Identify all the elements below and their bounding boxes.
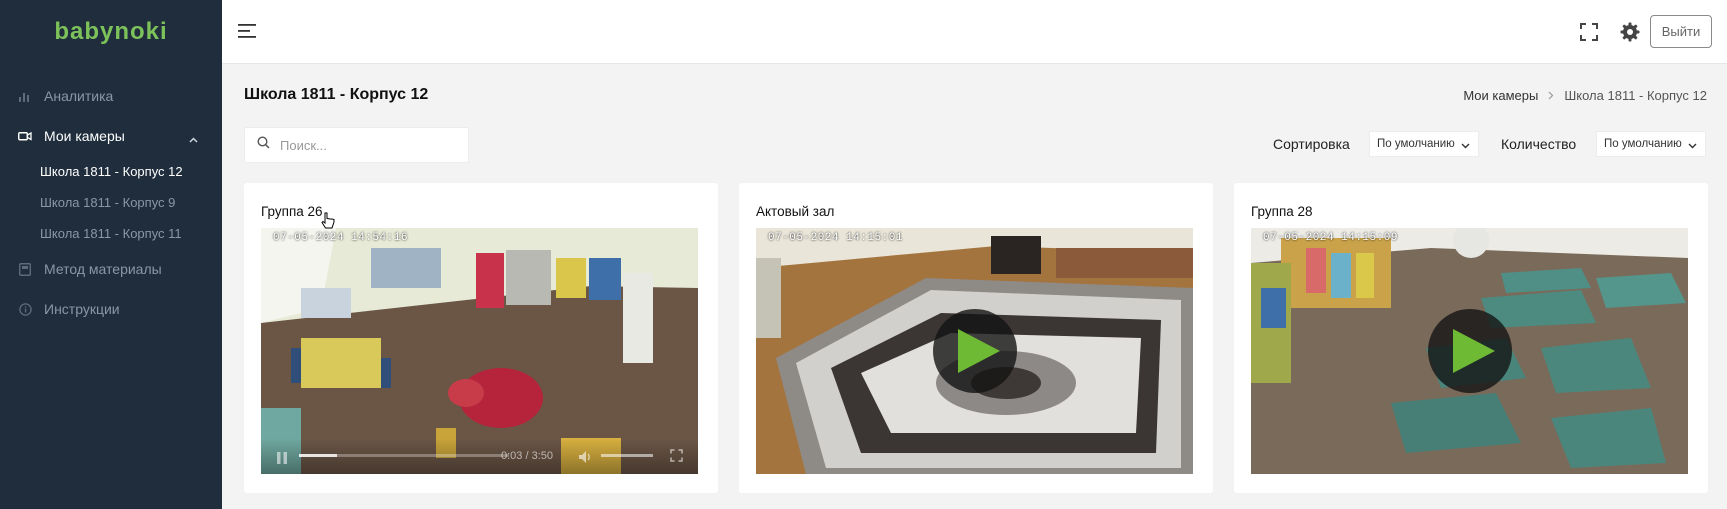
gear-icon[interactable] xyxy=(1619,21,1641,43)
video-timestamp: 07-05-2024 14:15:09 xyxy=(1263,232,1398,244)
chevron-down-icon xyxy=(1688,140,1697,152)
sidebar: babynoki Аналитика Мои камеры Школа 1811… xyxy=(0,0,222,509)
volume-icon[interactable] xyxy=(579,450,593,463)
chevron-up-icon xyxy=(189,130,198,146)
camera-title: Группа 28 xyxy=(1251,204,1313,219)
sidebar-item-label: Метод материалы xyxy=(44,261,162,277)
mouse-pointer-icon xyxy=(321,212,335,235)
chevron-right-icon xyxy=(1548,89,1554,103)
camera-title: Группа 26 xyxy=(261,204,323,219)
breadcrumb: Мои камеры Школа 1811 - Корпус 12 xyxy=(1463,88,1707,103)
chevron-down-icon xyxy=(1461,140,1470,152)
camera-card: Группа 28 07-05-2024 14:15:09 xyxy=(1234,183,1708,493)
sidebar-item-label: Мои камеры xyxy=(44,128,125,144)
camera-icon xyxy=(18,129,32,143)
breadcrumb-link-my-cameras[interactable]: Мои камеры xyxy=(1463,88,1538,103)
sidebar-nav: Аналитика Мои камеры Школа 1811 - Корпус… xyxy=(0,76,222,329)
breadcrumb-current: Школа 1811 - Корпус 12 xyxy=(1564,88,1707,103)
sidebar-item-method-materials[interactable]: Метод материалы xyxy=(0,249,222,289)
sidebar-subitem-corpus-11[interactable]: Школа 1811 - Корпус 11 xyxy=(0,218,222,249)
video-progress-fill xyxy=(299,454,337,457)
sort-label: Сортировка xyxy=(1273,136,1350,152)
fullscreen-icon[interactable] xyxy=(670,449,683,462)
sidebar-item-label: Аналитика xyxy=(44,88,114,104)
top-header: Выйти xyxy=(222,0,1727,64)
sidebar-item-instructions[interactable]: Инструкции xyxy=(0,289,222,329)
volume-slider[interactable] xyxy=(601,454,653,457)
play-button[interactable] xyxy=(1427,309,1512,393)
video-controls: 0:03 / 3:50 xyxy=(261,438,698,474)
play-icon xyxy=(957,329,1000,373)
count-select-value: По умолчанию xyxy=(1604,138,1682,150)
app-logo[interactable]: babynoki xyxy=(0,0,222,64)
sidebar-item-my-cameras[interactable]: Мои камеры xyxy=(0,116,222,156)
count-select[interactable]: По умолчанию xyxy=(1596,131,1706,157)
camera-card: Группа 26 07-05-2024 14:54:16 0:03 / 3:5… xyxy=(244,183,718,493)
search-box xyxy=(244,127,469,163)
play-button[interactable] xyxy=(932,309,1017,393)
sidebar-item-analytics[interactable]: Аналитика xyxy=(0,76,222,116)
camera-title: Актовый зал xyxy=(756,204,835,219)
book-icon xyxy=(18,262,32,276)
play-icon xyxy=(1452,329,1495,373)
sidebar-subitem-corpus-12[interactable]: Школа 1811 - Корпус 12 xyxy=(0,156,222,187)
fullscreen-icon[interactable] xyxy=(1579,22,1599,42)
video-progress-bar[interactable] xyxy=(299,454,509,457)
camera-video[interactable]: 07-05-2024 14:54:16 0:03 / 3:50 xyxy=(261,228,698,474)
hamburger-menu-icon[interactable] xyxy=(238,22,258,40)
bar-chart-icon xyxy=(18,89,32,103)
sort-select-value: По умолчанию xyxy=(1377,138,1455,150)
video-timestamp: 07-05-2024 14:54:16 xyxy=(273,232,408,244)
video-time: 0:03 / 3:50 xyxy=(501,450,553,462)
search-input[interactable] xyxy=(280,137,450,153)
sidebar-subitem-corpus-9[interactable]: Школа 1811 - Корпус 9 xyxy=(0,187,222,218)
info-icon xyxy=(18,302,32,316)
camera-video[interactable]: 07-05-2024 14:15:01 xyxy=(756,228,1193,474)
count-label: Количество xyxy=(1501,136,1577,152)
camera-video[interactable]: 07-05-2024 14:15:09 xyxy=(1251,228,1688,474)
page-title: Школа 1811 - Корпус 12 xyxy=(244,86,429,103)
video-timestamp: 07-05-2024 14:15:01 xyxy=(768,232,903,244)
logout-button[interactable]: Выйти xyxy=(1650,15,1712,48)
pause-icon[interactable] xyxy=(276,451,288,464)
search-icon xyxy=(257,136,270,154)
camera-card: Актовый зал 07-05-2024 14:15:01 xyxy=(739,183,1213,493)
sort-select[interactable]: По умолчанию xyxy=(1369,131,1479,157)
sidebar-item-label: Инструкции xyxy=(44,301,120,317)
